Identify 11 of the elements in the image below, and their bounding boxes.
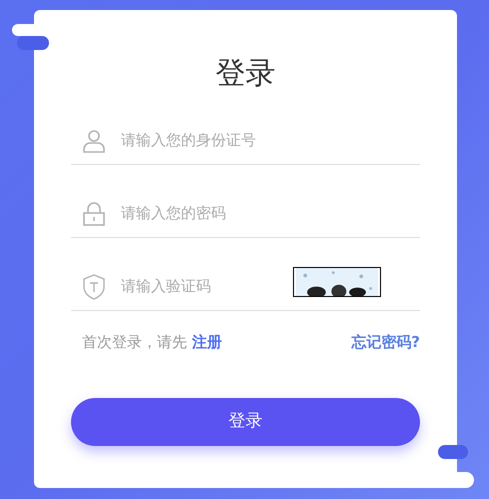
register-link[interactable]: 注册 — [192, 331, 222, 354]
forgot-password-link[interactable]: 忘记密码? — [351, 331, 420, 354]
input-field[interactable]: 请输入您的身份证号 — [121, 129, 281, 152]
input-field[interactable]: 请输入您的密码 — [121, 202, 281, 225]
register-prompt: 首次登录，请先 — [82, 332, 187, 353]
input-field[interactable]: 请输入验证码 — [121, 275, 281, 298]
login-title: 登录 — [214, 56, 276, 92]
login-button[interactable]: 登录 — [71, 398, 420, 446]
user-icon — [82, 128, 106, 152]
shield-icon — [82, 274, 106, 300]
lock-icon — [82, 202, 106, 226]
